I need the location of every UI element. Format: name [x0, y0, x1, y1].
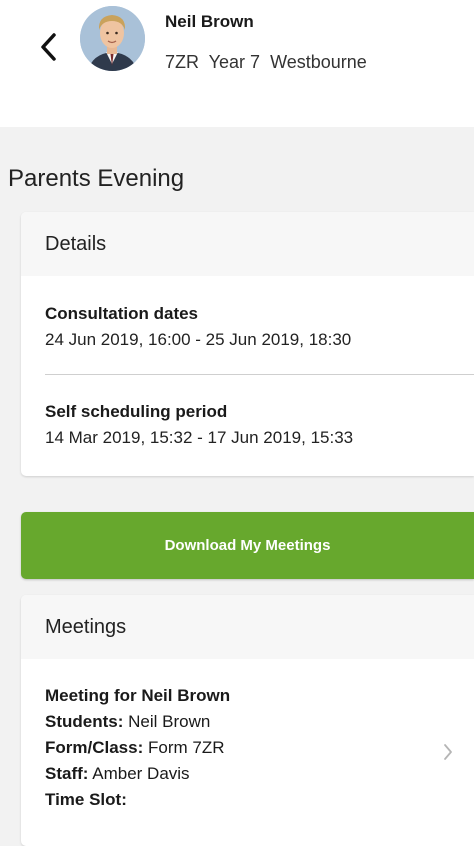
meeting-heading: Meeting for Neil Brown	[45, 686, 231, 705]
students-label: Students:	[45, 712, 124, 731]
staff-value: Amber Davis	[92, 764, 190, 783]
details-card: Details Consultation dates 24 Jun 2019, …	[21, 212, 474, 476]
form-value: Form 7ZR	[147, 738, 225, 757]
download-meetings-button[interactable]: Download My Meetings	[21, 512, 474, 579]
student-header: Neil Brown 7ZR Year 7 Westbourne	[0, 0, 474, 127]
chevron-right-icon	[444, 744, 452, 760]
consultation-dates-value: 24 Jun 2019, 16:00 - 25 Jun 2019, 18:30	[45, 330, 352, 349]
avatar	[80, 6, 145, 71]
meeting-item[interactable]: Meeting for Neil Brown Students: Neil Br…	[45, 683, 474, 813]
self-scheduling-period: Self scheduling period 14 Mar 2019, 15:3…	[45, 402, 474, 448]
meetings-card: Meetings Meeting for Neil Brown Students…	[21, 595, 474, 846]
staff-label: Staff:	[45, 764, 89, 783]
students-value: Neil Brown	[128, 712, 211, 731]
consultation-dates-label: Consultation dates	[45, 304, 199, 323]
consultation-dates: Consultation dates 24 Jun 2019, 16:00 - …	[45, 304, 474, 350]
time-slot-label: Time Slot:	[45, 790, 127, 809]
back-button[interactable]	[28, 22, 68, 72]
divider	[45, 374, 474, 375]
meetings-header: Meetings	[21, 595, 474, 659]
chevron-left-icon	[41, 33, 56, 61]
student-meta: 7ZR Year 7 Westbourne	[165, 52, 367, 72]
self-scheduling-value: 14 Mar 2019, 15:32 - 17 Jun 2019, 15:33	[45, 428, 354, 447]
details-header: Details	[21, 212, 474, 276]
form-label: Form/Class:	[45, 738, 144, 757]
student-name: Neil Brown	[165, 12, 254, 31]
page-title: Parents Evening	[8, 165, 185, 192]
self-scheduling-label: Self scheduling period	[45, 402, 228, 421]
